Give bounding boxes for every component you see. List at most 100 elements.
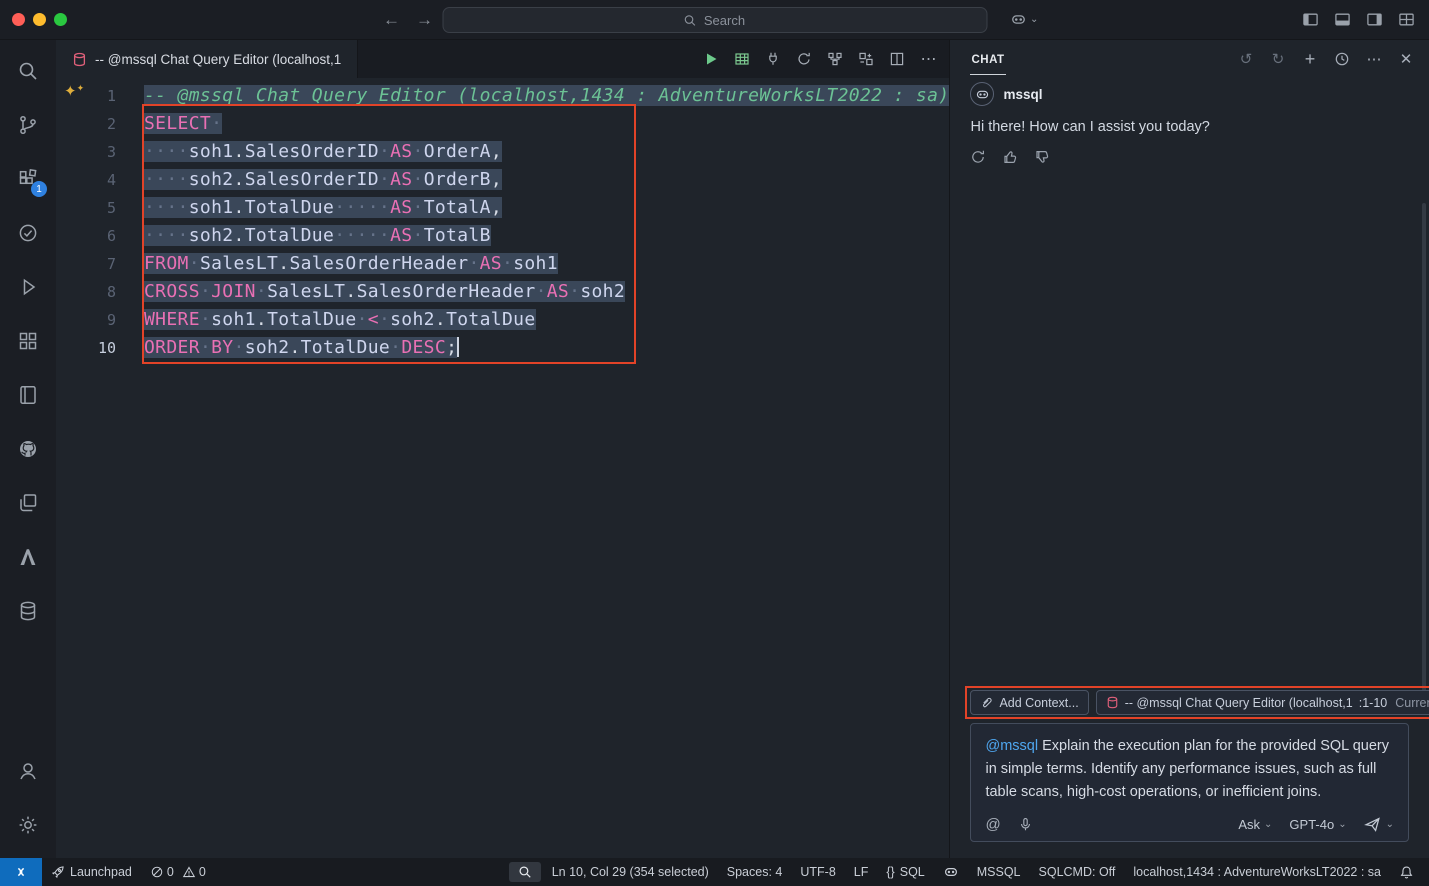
activity-azure[interactable] [0, 530, 56, 584]
forward-icon[interactable]: → [416, 10, 433, 30]
code-editor[interactable]: ✦✦ 1-- @mssql Chat Query Editor (localho… [56, 78, 949, 858]
chat-scrollbar[interactable] [1422, 203, 1426, 698]
chat-input-box[interactable]: @mssql Explain the execution plan for th… [970, 723, 1409, 842]
message-sender: mssql [1003, 87, 1042, 102]
sqlcmd-item[interactable]: SQLCMD: Off [1030, 858, 1125, 886]
text-cursor [457, 337, 459, 357]
regenerate-icon[interactable] [970, 149, 986, 165]
code-line[interactable]: 8CROSS·JOIN·SalesLT.SalesOrderHeader·AS·… [56, 278, 949, 306]
activity-remote-explorer[interactable] [0, 476, 56, 530]
eol-item[interactable]: LF [845, 858, 878, 886]
copies-icon [16, 491, 40, 515]
editor-context-chip[interactable]: -- @mssql Chat Query Editor (localhost,1… [1096, 690, 1429, 715]
connection-item[interactable]: localhost,1434 : AdventureWorksLT2022 : … [1124, 858, 1390, 886]
activity-github[interactable] [0, 422, 56, 476]
remote-indicator[interactable] [0, 858, 42, 886]
chip-title: -- @mssql Chat Query Editor (localhost,1 [1125, 696, 1353, 710]
activity-extensions[interactable]: 1 [0, 152, 56, 206]
code-line[interactable]: 4····soh2.SalesOrderID·AS·OrderB, [56, 166, 949, 194]
tab-chat[interactable]: CHAT [970, 43, 1005, 75]
activity-app-grid[interactable] [0, 314, 56, 368]
line-number: 6 [56, 222, 116, 250]
code-line[interactable]: 10ORDER·BY·soh2.TotalDue·DESC; [56, 334, 949, 362]
activity-database-projects[interactable] [0, 584, 56, 638]
history-icon[interactable] [1333, 51, 1351, 67]
code-line[interactable]: 9WHERE·soh1.TotalDue·<·soh2.TotalDue [56, 306, 949, 334]
code-line[interactable]: 3····soh1.SalesOrderID·AS·OrderA, [56, 138, 949, 166]
minimize-window-button[interactable] [33, 13, 46, 26]
zoom-indicator[interactable] [509, 862, 541, 882]
connect-plug-icon[interactable] [765, 51, 781, 67]
more-icon[interactable]: ⋯ [1365, 50, 1383, 68]
redo-icon[interactable]: ↻ [1269, 50, 1287, 68]
code-line[interactable]: 1-- @mssql Chat Query Editor (localhost,… [56, 82, 949, 110]
new-chat-icon[interactable]: + [1301, 49, 1319, 70]
run-query-icon[interactable] [703, 51, 719, 67]
database-icon [72, 52, 87, 67]
back-icon[interactable]: ← [383, 10, 400, 30]
problems-item[interactable]: 0 0 [141, 858, 215, 886]
activity-notebook[interactable] [0, 368, 56, 422]
schema-compare-icon[interactable] [858, 51, 874, 67]
code-line[interactable]: 7FROM·SalesLT.SalesOrderHeader·AS·soh1 [56, 250, 949, 278]
change-connection-icon[interactable] [796, 51, 812, 67]
chevron-down-icon: ⌄ [1264, 820, 1272, 830]
code-line[interactable]: 5····soh1.TotalDue·····AS·TotalA, [56, 194, 949, 222]
indentation-item[interactable]: Spaces: 4 [718, 858, 792, 886]
copilot-menu-button[interactable]: ⌄ [1010, 11, 1038, 28]
model-dropdown[interactable]: GPT-4o ⌄ [1289, 817, 1346, 832]
cursor-position-item[interactable]: Ln 10, Col 29 (354 selected) [543, 858, 718, 886]
toggle-panel-icon[interactable] [1334, 11, 1351, 28]
toggle-secondary-sidebar-icon[interactable] [1366, 11, 1383, 28]
editor-tab[interactable]: -- @mssql Chat Query Editor (localhost,1 [56, 40, 358, 78]
results-grid-icon[interactable] [734, 51, 750, 67]
language-item[interactable]: {} SQL [877, 858, 933, 886]
undo-icon[interactable]: ↺ [1237, 50, 1255, 68]
copilot-status-item[interactable] [934, 858, 968, 886]
source-control-icon [16, 113, 40, 137]
check-circle-icon [16, 221, 40, 245]
braces-icon: {} [886, 865, 894, 879]
model-label: GPT-4o [1289, 817, 1334, 832]
notifications-item[interactable] [1390, 858, 1423, 886]
activity-search[interactable] [0, 44, 56, 98]
activity-source-control[interactable] [0, 98, 56, 152]
add-context-chip[interactable]: Add Context... [970, 690, 1088, 715]
close-window-button[interactable] [12, 13, 25, 26]
activity-bar: 1 [0, 40, 56, 858]
mode-dropdown[interactable]: Ask ⌄ [1238, 817, 1272, 832]
copilot-sparkle-icon[interactable]: ✦✦ [64, 84, 84, 99]
titlebar: ← → Search ⌄ [0, 0, 1429, 40]
code-line[interactable]: 2SELECT· [56, 110, 949, 138]
mic-icon[interactable] [1018, 817, 1033, 832]
activity-run-debug[interactable] [0, 260, 56, 314]
hierarchy-icon[interactable] [827, 51, 843, 67]
launchpad-item[interactable]: Launchpad [42, 858, 141, 886]
thumbs-down-icon[interactable] [1034, 149, 1050, 165]
toggle-primary-sidebar-icon[interactable] [1302, 11, 1319, 28]
send-options-chevron-icon[interactable]: ⌄ [1386, 820, 1394, 830]
thumbs-up-icon[interactable] [1002, 149, 1018, 165]
maximize-window-button[interactable] [54, 13, 67, 26]
search-icon [684, 14, 697, 27]
activity-accounts[interactable] [0, 744, 56, 798]
code-line[interactable]: 6····soh2.TotalDue·····AS·TotalB [56, 222, 949, 250]
activity-tasks[interactable] [0, 206, 56, 260]
close-icon[interactable]: ✕ [1397, 50, 1415, 68]
more-actions-icon[interactable]: ⋯ [920, 49, 937, 69]
extensions-badge: 1 [31, 181, 47, 197]
mssql-item[interactable]: MSSQL [968, 858, 1030, 886]
split-editor-icon[interactable] [889, 51, 905, 67]
mention-icon[interactable]: @ [985, 816, 1000, 833]
eol: LF [854, 865, 869, 879]
chat-input-text[interactable]: @mssql Explain the execution plan for th… [985, 735, 1394, 804]
notebook-icon [16, 383, 40, 407]
vscode-window: ← → Search ⌄ [0, 0, 1429, 886]
activity-settings[interactable] [0, 798, 56, 852]
command-center-search[interactable]: Search [442, 7, 987, 33]
encoding-item[interactable]: UTF-8 [791, 858, 844, 886]
send-icon[interactable] [1364, 816, 1381, 833]
language-label: SQL [900, 865, 925, 879]
line-number: 7 [56, 250, 116, 278]
customize-layout-icon[interactable] [1398, 11, 1415, 28]
